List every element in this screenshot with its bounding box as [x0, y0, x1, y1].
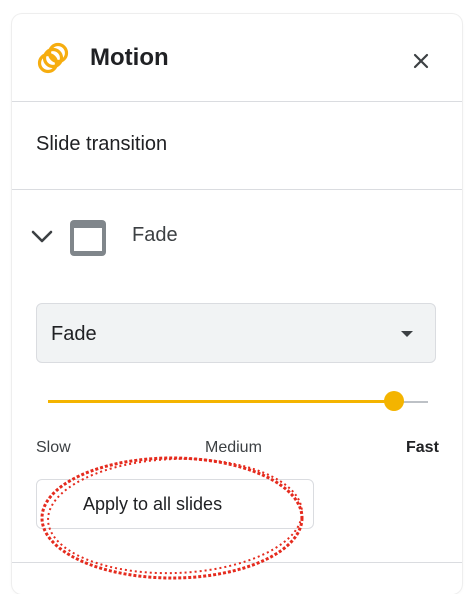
- transition-type-select[interactable]: Fade: [36, 303, 436, 363]
- close-icon[interactable]: [408, 48, 434, 74]
- apply-button-label: Apply to all slides: [83, 494, 223, 514]
- caret-down-icon: [401, 331, 413, 337]
- speed-slider[interactable]: [48, 390, 428, 414]
- speed-label-fast: Fast: [406, 439, 439, 456]
- panel-header: Motion: [12, 14, 462, 101]
- slider-knob[interactable]: [383, 391, 404, 411]
- speed-label-slow: Slow: [36, 439, 71, 456]
- speed-label-medium: Medium: [205, 439, 262, 456]
- header-divider: [12, 101, 462, 102]
- transition-name: Fade: [132, 224, 178, 246]
- motion-panel: Motion Slide transition Fade Fade Slow M…: [12, 14, 462, 594]
- apply-to-all-slides-button[interactable]: Apply to all slides: [36, 479, 314, 529]
- slider-track-fill: [48, 400, 394, 403]
- slide-thumbnail-icon: [70, 220, 106, 256]
- chevron-down-icon[interactable]: [28, 222, 56, 250]
- motion-rings-icon: [37, 42, 69, 74]
- panel-title: Motion: [90, 44, 169, 71]
- section-divider: [12, 189, 462, 190]
- section-title: Slide transition: [36, 133, 168, 155]
- bottom-divider: [12, 562, 462, 563]
- transition-type-value: Fade: [51, 323, 97, 345]
